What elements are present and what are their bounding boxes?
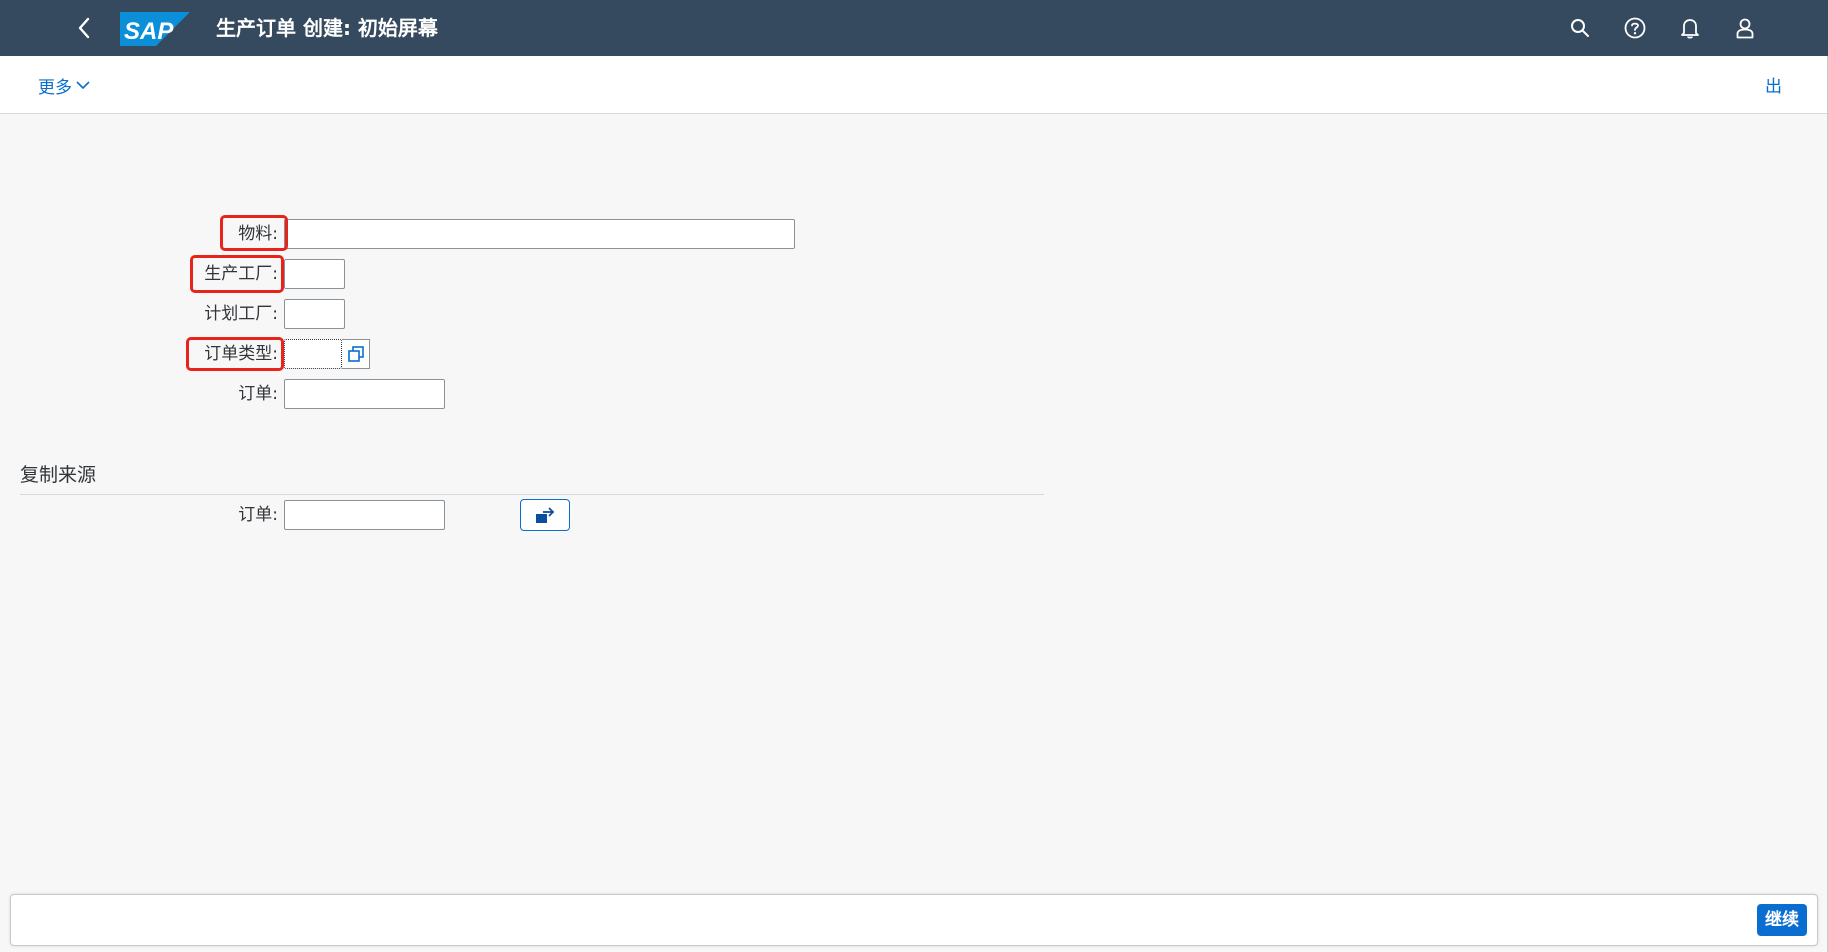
order-type-input[interactable] (284, 339, 342, 369)
continue-button[interactable]: 继续 (1757, 904, 1807, 936)
section-divider (20, 494, 1044, 495)
production-plant-label: 生产工厂: (204, 264, 278, 284)
toolbar: 更多 出 (0, 56, 1828, 114)
material-label: 物料: (238, 224, 278, 244)
exit-button[interactable]: 出 (1765, 72, 1782, 98)
help-button[interactable] (1619, 12, 1651, 44)
sap-logo-text: SAP (124, 18, 174, 45)
planning-plant-input[interactable] (284, 299, 345, 329)
user-button[interactable] (1729, 12, 1761, 44)
back-button[interactable] (66, 14, 102, 42)
chevron-down-icon (76, 81, 90, 90)
search-button[interactable] (1564, 12, 1596, 44)
copy-arrow-icon (536, 507, 555, 523)
help-icon (1624, 17, 1646, 39)
sap-logo: SAP (120, 12, 190, 46)
order-type-label: 订单类型: (204, 344, 278, 364)
shell-bar: SAP 生产订单 创建: 初始屏幕 (0, 0, 1828, 56)
footer-bar: 继续 (10, 894, 1818, 946)
copy-order-label: 订单: (238, 505, 278, 525)
page-title: 生产订单 创建: 初始屏幕 (216, 16, 438, 40)
user-icon (1736, 18, 1754, 39)
bell-icon (1681, 19, 1699, 39)
copy-from-title: 复制来源 (20, 464, 97, 486)
order-type-value-help-button[interactable] (342, 339, 370, 369)
more-label: 更多 (38, 77, 72, 98)
back-icon (78, 17, 90, 39)
order-input[interactable] (284, 379, 445, 409)
search-icon (1571, 19, 1589, 37)
material-input[interactable] (284, 219, 795, 249)
copy-order-input[interactable] (284, 500, 445, 530)
more-button[interactable]: 更多 (38, 72, 90, 98)
notifications-button[interactable] (1674, 12, 1706, 44)
order-label: 订单: (238, 384, 278, 404)
value-help-icon (347, 346, 364, 362)
planning-plant-label: 计划工厂: (204, 304, 278, 324)
production-plant-input[interactable] (284, 259, 345, 289)
copy-from-button[interactable] (520, 499, 570, 531)
